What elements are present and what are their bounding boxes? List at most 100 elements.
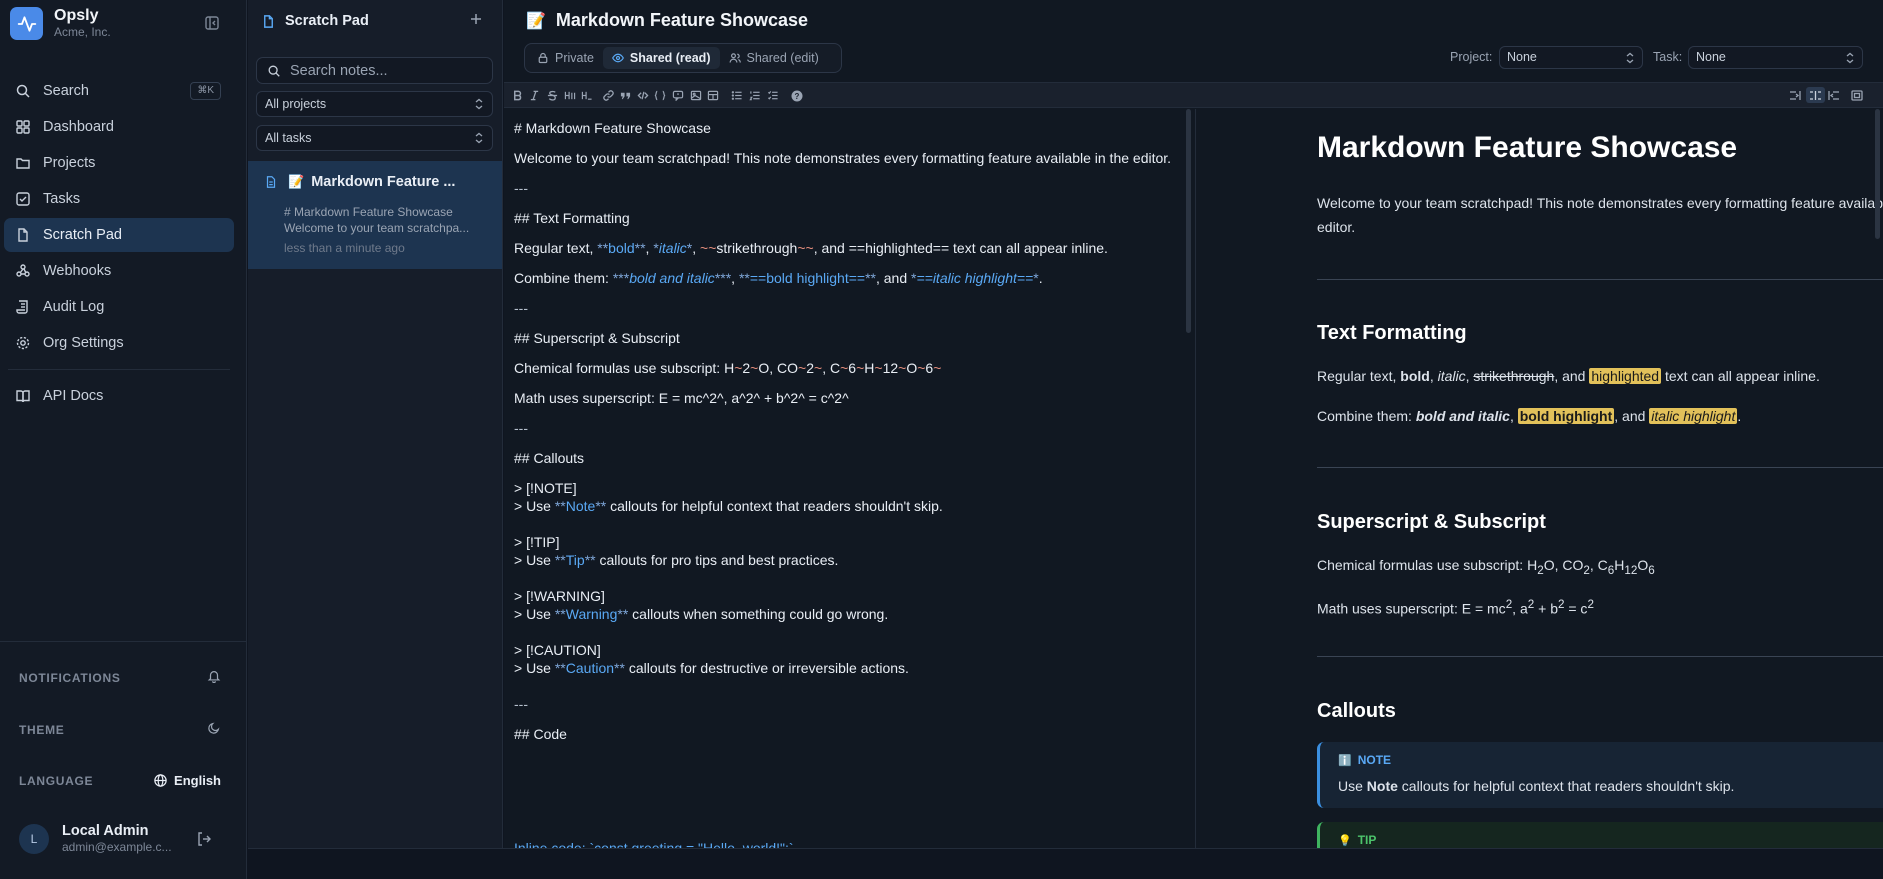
project-select-value: None [1507,50,1537,64]
language-value: English [174,773,221,788]
markdown-source-editor[interactable]: # Markdown Feature Showcase Welcome to y… [504,109,1195,848]
sidebar: Opsly Acme, Inc. Search ⌘K Dashboard Pro… [0,0,247,879]
callout-note-title: ℹ️ NOTE [1338,753,1392,767]
bottom-bar [248,848,1883,879]
visibility-shared-read-button[interactable]: Shared (read) [602,47,720,69]
preview-inline-formats: Regular text, bold, italic, strikethroug… [1317,368,1820,384]
src-line: > [!CAUTION] [514,642,601,658]
bell-icon[interactable] [207,669,221,686]
project-select[interactable]: None [1499,46,1643,69]
sidebar-divider [0,641,247,642]
project-filter-select[interactable]: All projects [256,91,493,117]
markdown-toolbar: ? [504,82,1883,108]
nav-audit-log[interactable]: Audit Log [4,290,234,324]
language-selector[interactable]: English [153,773,221,788]
src-line: Inline code: `const greeting = "Hello, w… [514,840,794,848]
visibility-shared-edit-button[interactable]: Shared (edit) [720,47,828,69]
chevron-up-down-icon [1846,52,1854,64]
task-select[interactable]: None [1688,46,1863,69]
task-filter-select[interactable]: All tasks [256,125,493,151]
split-view-icon[interactable] [1806,87,1825,103]
nav-search-label: Search [43,83,89,99]
new-note-button[interactable] [468,11,484,32]
lightbulb-icon: 💡 [1338,834,1352,847]
search-icon [268,65,280,77]
note-preview-line-2: Welcome to your team scratchpa... [284,221,470,235]
heading-icon[interactable] [562,88,577,103]
callout-note: ℹ️ NOTE Use Note callouts for helpful con… [1317,742,1883,808]
callout-icon[interactable] [670,88,685,103]
nav-search[interactable]: Search ⌘K [4,74,234,108]
user-profile[interactable]: L Local Admin admin@example.c... [19,823,172,855]
nav-scratch-pad[interactable]: Scratch Pad [4,218,234,252]
strikethrough-icon[interactable] [545,88,560,103]
nav-divider [8,369,230,370]
preview-only-view-icon[interactable] [1826,88,1841,103]
visibility-private-button[interactable]: Private [528,47,603,69]
quote-icon[interactable] [618,88,633,103]
collapse-sidebar-icon[interactable] [204,15,220,31]
preview-math: Math uses superscript: E = mc2, a2 + b2 … [1317,598,1594,617]
nav-projects[interactable]: Projects [4,146,234,180]
nav-webhooks-label: Webhooks [43,263,112,279]
plus-icon [471,14,481,24]
preview-chemical: Chemical formulas use subscript: H2O, CO… [1317,557,1655,577]
logout-icon[interactable] [196,831,212,852]
bold-icon[interactable] [510,88,525,103]
moon-icon[interactable] [207,721,221,738]
editor-only-view-icon[interactable] [1788,88,1803,103]
markdown-preview: Markdown Feature Showcase Welcome to you… [1195,109,1883,848]
gear-icon [15,335,31,351]
theme-row[interactable]: THEME [19,721,221,738]
callout-note-body: Use Note callouts for helpful context th… [1338,778,1735,794]
italic-icon[interactable] [527,88,542,103]
notifications-row[interactable]: NOTIFICATIONS [19,669,221,686]
project-filter-value: All projects [265,97,327,111]
note-title-text: Markdown Feature ... [311,174,456,190]
nav-tasks[interactable]: Tasks [4,182,234,216]
link-icon[interactable] [601,88,616,103]
language-label: LANGUAGE [19,773,94,788]
src-line: Welcome to your team scratchpad! This no… [514,150,1172,166]
preview-scrollbar[interactable] [1875,109,1880,239]
callout-tip-title: 💡 TIP [1338,833,1377,847]
nav-api-docs[interactable]: API Docs [4,379,234,413]
nav-webhooks[interactable]: Webhooks [4,254,234,288]
visibility-toggle: Private Shared (read) Shared (edit) [524,43,842,73]
source-scrollbar[interactable] [1186,109,1191,333]
src-line: > [!NOTE] [514,480,577,496]
theme-label: THEME [19,722,65,737]
task-filter-value: All tasks [265,131,312,145]
nav-dashboard[interactable]: Dashboard [4,110,234,144]
numbered-list-icon[interactable] [747,88,762,103]
search-notes-input[interactable] [290,62,480,79]
file-icon [261,14,276,29]
task-select-value: None [1696,50,1726,64]
note-emoji: 📝 [288,174,305,189]
language-row[interactable]: LANGUAGE English [19,773,221,788]
doc-title[interactable]: 📝 Markdown Feature Showcase [526,10,808,31]
src-line: ## Callouts [514,450,585,466]
src-line: Regular text, **bold**, *italic*, ~~stri… [514,240,1108,256]
highlight-icon[interactable] [579,88,594,103]
fullscreen-icon[interactable] [1849,88,1864,103]
doc-emoji: 📝 [526,12,546,30]
src-line: --- [514,696,528,712]
table-icon[interactable] [705,88,720,103]
bullet-list-icon[interactable] [729,88,744,103]
code-block-icon[interactable] [652,88,667,103]
src-line: # Markdown Feature Showcase [514,120,711,136]
nav-tasks-label: Tasks [43,191,81,207]
doc-title-text: Markdown Feature Showcase [555,10,808,30]
src-line: > Use **Tip** callouts for pro tips and … [514,552,839,568]
help-icon[interactable]: ? [789,88,804,103]
code-icon[interactable] [635,88,650,103]
brand[interactable]: Opsly Acme, Inc. [10,7,111,40]
nav-org-settings[interactable]: Org Settings [4,326,234,360]
note-item-title: 📝 Markdown Feature ... [264,174,455,190]
checklist-icon[interactable] [765,88,780,103]
user-name: Local Admin [62,823,149,839]
note-item[interactable]: 📝 Markdown Feature ... # Markdown Featur… [248,161,502,269]
image-icon[interactable] [688,88,703,103]
project-label: Project: [1450,50,1493,64]
